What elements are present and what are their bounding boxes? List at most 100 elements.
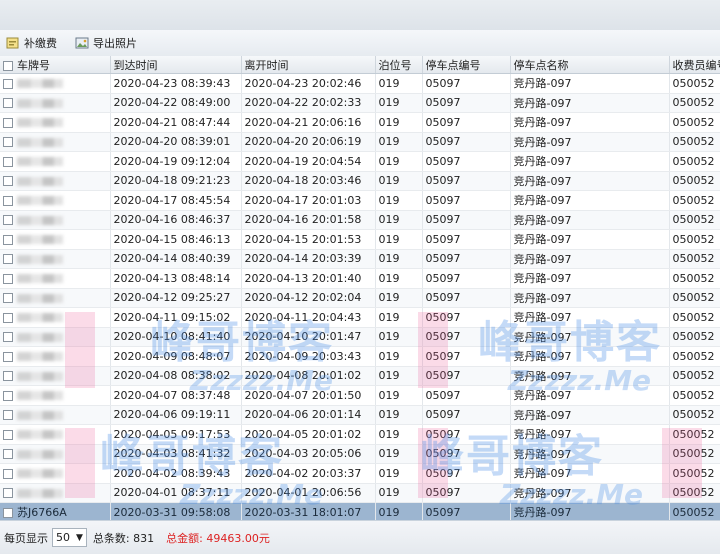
table-row[interactable]: 2020-04-07 08:37:48 2020-04-07 20:01:50 01… (0, 385, 720, 406)
row-checkbox[interactable] (3, 488, 13, 499)
cell-arrival: 2020-04-09 08:48:07 (110, 346, 242, 367)
row-checkbox[interactable] (3, 351, 13, 362)
cell-arrival: 2020-04-14 08:40:39 (110, 249, 242, 269)
table-row[interactable]: 2020-04-05 09:17:53 2020-04-05 20:01:02 01… (0, 424, 720, 445)
supplement-payment-label: 补缴费 (24, 37, 57, 50)
cell-plate (0, 444, 111, 464)
cell-lot-code: 05097 (422, 112, 511, 133)
row-checkbox[interactable] (3, 508, 13, 519)
row-checkbox[interactable] (3, 117, 13, 128)
row-checkbox[interactable] (3, 78, 13, 89)
cell-lot-code: 05097 (422, 385, 511, 406)
row-checkbox[interactable] (3, 429, 13, 440)
cell-lot-code: 05097 (422, 405, 511, 425)
cell-lot-code: 05097 (422, 307, 511, 328)
row-checkbox[interactable] (3, 98, 13, 109)
cell-plate (0, 210, 111, 230)
table-row[interactable]: 2020-04-01 08:37:11 2020-04-01 20:06:56 01… (0, 483, 720, 503)
column-header-lot-name[interactable]: 停车点名称 (510, 56, 670, 74)
table-row[interactable]: 2020-04-06 09:19:11 2020-04-06 20:01:14 01… (0, 405, 720, 425)
redacted-plate (17, 118, 63, 128)
cell-lot-name: 竞丹路-097 (510, 502, 670, 520)
table-row[interactable]: 2020-04-21 08:47:44 2020-04-21 20:06:16 01… (0, 112, 720, 133)
table-row[interactable]: 苏J6766A 2020-03-31 09:58:08 2020-03-31 18:… (0, 502, 720, 520)
cell-departure: 2020-04-02 20:03:37 (241, 463, 376, 484)
table-row[interactable]: 2020-04-23 08:39:43 2020-04-23 20:02:46 01… (0, 73, 720, 94)
cell-departure: 2020-04-14 20:03:39 (241, 249, 376, 269)
column-header-berth[interactable]: 泊位号 (375, 56, 423, 74)
cell-lot-code: 05097 (422, 171, 511, 191)
cell-arrival: 2020-04-21 08:47:44 (110, 112, 242, 133)
table-row[interactable]: 2020-04-17 08:45:54 2020-04-17 20:01:03 01… (0, 190, 720, 211)
cell-lot-name: 竞丹路-097 (510, 346, 670, 367)
row-checkbox[interactable] (3, 410, 13, 421)
table-row[interactable]: 2020-04-09 08:48:07 2020-04-09 20:03:43 01… (0, 346, 720, 367)
cell-berth: 019 (375, 327, 423, 347)
supplement-payment-button[interactable]: 补缴费 (4, 33, 59, 53)
row-checkbox[interactable] (3, 273, 13, 284)
table-row[interactable]: 2020-04-22 08:49:00 2020-04-22 20:02:33 01… (0, 93, 720, 113)
row-checkbox[interactable] (3, 449, 13, 460)
table-row[interactable]: 2020-04-18 09:21:23 2020-04-18 20:03:46 01… (0, 171, 720, 191)
column-header-lot-code[interactable]: 停车点编号 (422, 56, 511, 74)
cell-departure: 2020-04-03 20:05:06 (241, 444, 376, 464)
table-row[interactable]: 2020-04-12 09:25:27 2020-04-12 20:02:04 01… (0, 288, 720, 308)
cell-departure: 2020-04-15 20:01:53 (241, 229, 376, 250)
redacted-plate (17, 215, 63, 225)
row-checkbox[interactable] (3, 468, 13, 479)
row-checkbox[interactable] (3, 215, 13, 226)
row-checkbox[interactable] (3, 293, 13, 304)
photo-export-icon (75, 37, 89, 49)
row-checkbox[interactable] (3, 390, 13, 401)
table-row[interactable]: 2020-04-02 08:39:43 2020-04-02 20:03:37 01… (0, 463, 720, 484)
table-row[interactable]: 2020-04-10 08:41:40 2020-04-10 20:01:47 01… (0, 327, 720, 347)
table-row[interactable]: 2020-04-20 08:39:01 2020-04-20 20:06:19 01… (0, 132, 720, 152)
cell-lot-name: 竞丹路-097 (510, 463, 670, 484)
row-checkbox[interactable] (3, 234, 13, 245)
export-photos-button[interactable]: 导出照片 (73, 33, 139, 53)
row-checkbox[interactable] (3, 312, 13, 323)
redacted-plate (17, 254, 63, 264)
redacted-plate (17, 293, 63, 303)
cell-lot-code: 05097 (422, 483, 511, 503)
column-header-arrival[interactable]: 到达时间 (110, 56, 242, 74)
cell-berth: 019 (375, 112, 423, 133)
cell-lot-code: 05097 (422, 151, 511, 172)
cell-lot-name: 竞丹路-097 (510, 93, 670, 113)
cell-departure: 2020-04-17 20:01:03 (241, 190, 376, 211)
column-header-label: 车牌号 (17, 58, 50, 72)
table-row[interactable]: 2020-04-03 08:41:32 2020-04-03 20:05:06 01… (0, 444, 720, 464)
row-checkbox[interactable] (3, 371, 13, 382)
cell-arrival: 2020-04-18 09:21:23 (110, 171, 242, 191)
table-row[interactable]: 2020-04-11 09:15:02 2020-04-11 20:04:43 01… (0, 307, 720, 328)
row-checkbox[interactable] (3, 195, 13, 206)
cell-berth: 019 (375, 366, 423, 386)
row-checkbox[interactable] (3, 156, 13, 167)
row-checkbox[interactable] (3, 176, 13, 187)
cell-arrival: 2020-04-12 09:25:27 (110, 288, 242, 308)
cell-berth: 019 (375, 444, 423, 464)
cell-collector: 050052 (669, 132, 720, 152)
cell-arrival: 2020-04-19 09:12:04 (110, 151, 242, 172)
table-row[interactable]: 2020-04-19 09:12:04 2020-04-19 20:04:54 01… (0, 151, 720, 172)
cell-berth: 019 (375, 483, 423, 503)
cell-plate (0, 463, 111, 484)
cell-plate: 苏J6766A (0, 502, 111, 520)
cell-lot-code: 05097 (422, 93, 511, 113)
cell-departure: 2020-04-05 20:01:02 (241, 424, 376, 445)
cell-lot-code: 05097 (422, 249, 511, 269)
table-row[interactable]: 2020-04-16 08:46:37 2020-04-16 20:01:58 01… (0, 210, 720, 230)
table-row[interactable]: 2020-04-08 08:38:02 2020-04-08 20:01:02 01… (0, 366, 720, 386)
table-row[interactable]: 2020-04-13 08:48:14 2020-04-13 20:01:40 01… (0, 268, 720, 289)
table-row[interactable]: 2020-04-15 08:46:13 2020-04-15 20:01:53 01… (0, 229, 720, 250)
table-row[interactable]: 2020-04-14 08:40:39 2020-04-14 20:03:39 01… (0, 249, 720, 269)
column-header-departure[interactable]: 离开时间 (241, 56, 376, 74)
cell-collector: 050052 (669, 171, 720, 191)
page-size-select[interactable]: 50 ▼ (52, 528, 87, 547)
column-header-collector[interactable]: 收费员编号 (669, 56, 720, 74)
column-header-plate[interactable]: 车牌号 (0, 56, 111, 74)
row-checkbox[interactable] (3, 254, 13, 265)
select-all-checkbox[interactable] (3, 60, 13, 71)
row-checkbox[interactable] (3, 332, 13, 343)
row-checkbox[interactable] (3, 137, 13, 148)
